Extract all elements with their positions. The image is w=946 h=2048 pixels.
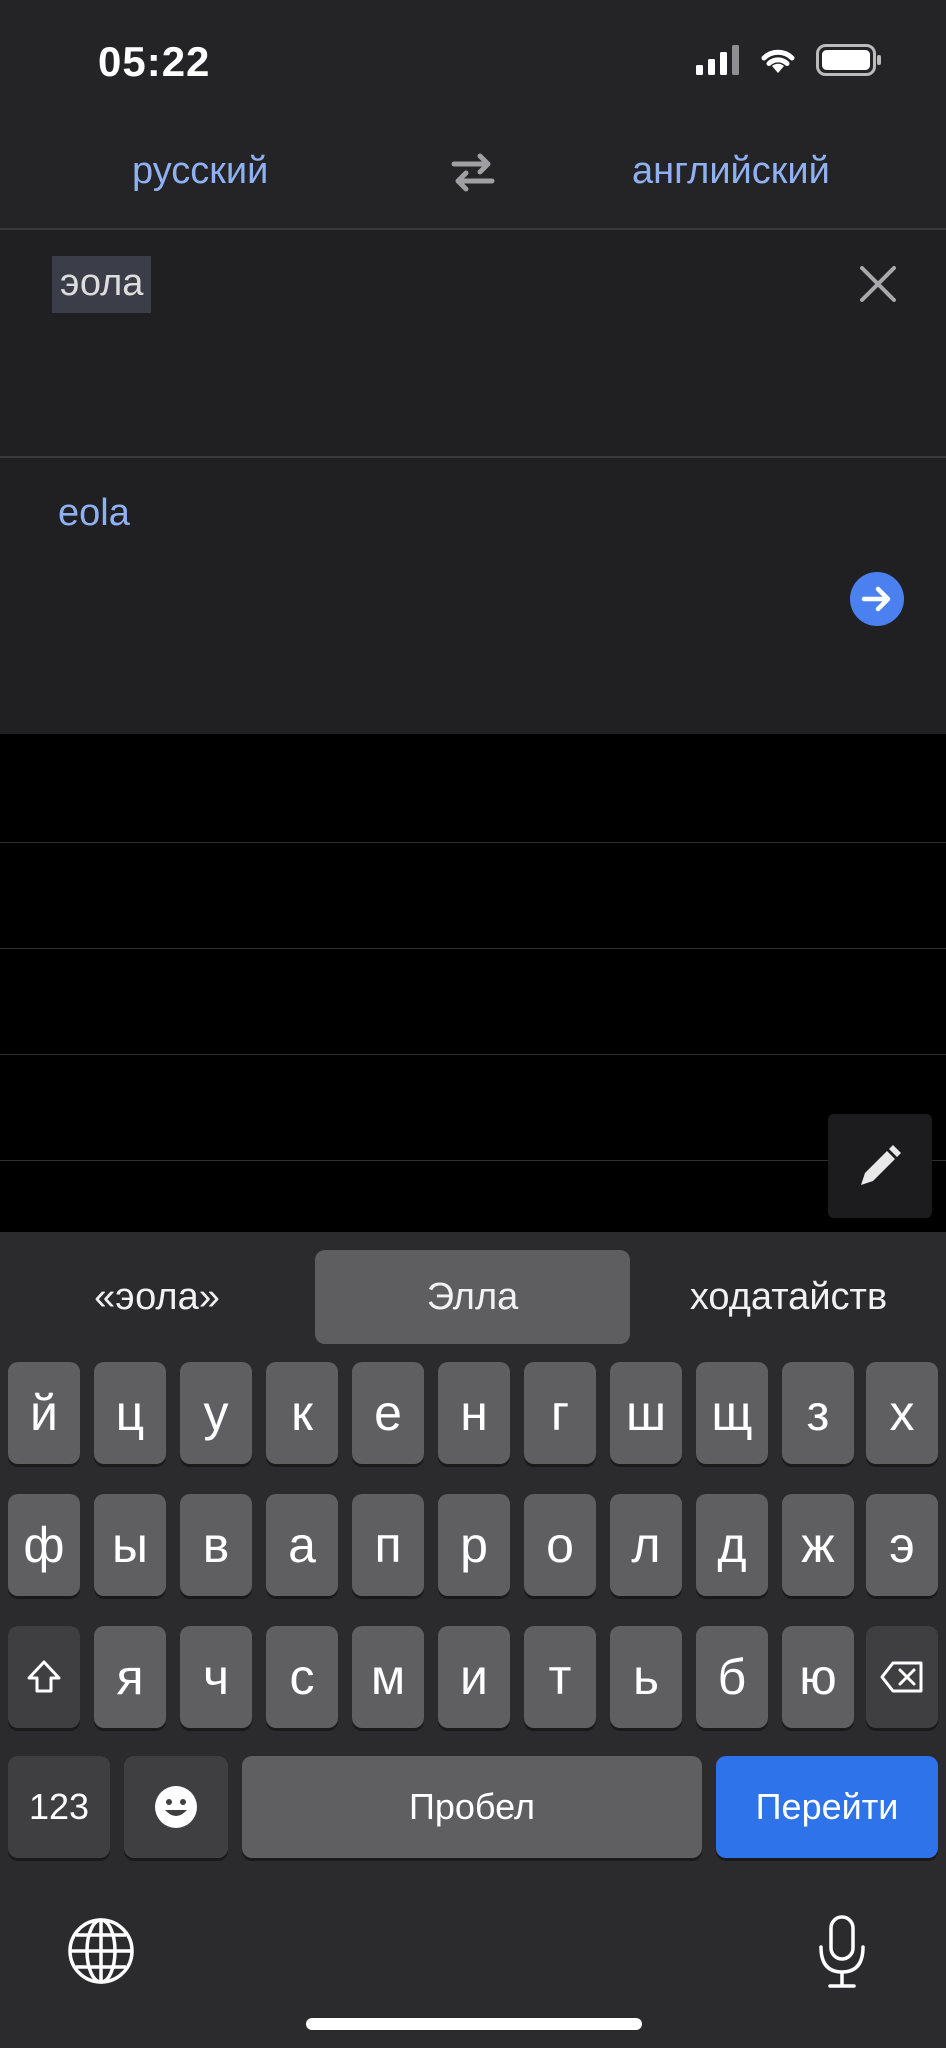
- key[interactable]: ю: [782, 1626, 854, 1728]
- key[interactable]: н: [438, 1362, 510, 1464]
- keyboard: «эола» Элла ходатайств й ц у к е н г ш щ…: [0, 1232, 946, 2048]
- key[interactable]: ь: [610, 1626, 682, 1728]
- key[interactable]: б: [696, 1626, 768, 1728]
- history-divider: [0, 948, 946, 949]
- close-icon[interactable]: [856, 262, 900, 306]
- backspace-key[interactable]: [866, 1626, 938, 1728]
- key[interactable]: с: [266, 1626, 338, 1728]
- key[interactable]: х: [866, 1362, 938, 1464]
- key[interactable]: ш: [610, 1362, 682, 1464]
- source-text-area[interactable]: эола: [0, 230, 946, 458]
- emoji-icon: [155, 1786, 197, 1828]
- translation-area: eola: [0, 458, 946, 734]
- key[interactable]: ж: [782, 1494, 854, 1596]
- translation-text: eola: [58, 492, 130, 534]
- source-text-input[interactable]: эола: [52, 256, 152, 313]
- suggestion-3[interactable]: ходатайств: [631, 1250, 946, 1344]
- numbers-key[interactable]: 123: [8, 1756, 110, 1858]
- shift-icon: [27, 1660, 61, 1693]
- handwriting-button[interactable]: [828, 1114, 932, 1218]
- key[interactable]: э: [866, 1494, 938, 1596]
- pen-icon: [861, 1145, 901, 1185]
- key[interactable]: г: [524, 1362, 596, 1464]
- key[interactable]: щ: [696, 1362, 768, 1464]
- backspace-icon: [880, 1661, 923, 1693]
- key[interactable]: ы: [94, 1494, 166, 1596]
- key[interactable]: а: [266, 1494, 338, 1596]
- wifi-icon: [761, 49, 795, 73]
- battery-icon: [816, 44, 881, 76]
- key[interactable]: й: [8, 1362, 80, 1464]
- go-key[interactable]: Перейти: [716, 1756, 938, 1858]
- key[interactable]: д: [696, 1494, 768, 1596]
- key[interactable]: з: [782, 1362, 854, 1464]
- status-bar: 05:22: [0, 0, 946, 114]
- home-indicator[interactable]: [306, 2018, 642, 2030]
- key[interactable]: к: [266, 1362, 338, 1464]
- key[interactable]: р: [438, 1494, 510, 1596]
- target-language-button[interactable]: английский: [632, 114, 830, 228]
- microphone-icon[interactable]: [814, 1914, 870, 1990]
- key[interactable]: м: [352, 1626, 424, 1728]
- language-bar: русский английский: [0, 114, 946, 230]
- suggestion-1[interactable]: «эола»: [0, 1250, 314, 1344]
- suggestion-2[interactable]: Элла: [315, 1250, 630, 1344]
- key[interactable]: в: [180, 1494, 252, 1596]
- signal-icon: [696, 45, 739, 75]
- globe-icon[interactable]: [66, 1916, 136, 1986]
- shift-key[interactable]: [8, 1626, 80, 1728]
- history-divider: [0, 1054, 946, 1055]
- arrow-right-icon[interactable]: [850, 572, 904, 626]
- key[interactable]: у: [180, 1362, 252, 1464]
- source-language-button[interactable]: русский: [132, 114, 268, 228]
- key[interactable]: и: [438, 1626, 510, 1728]
- key[interactable]: ф: [8, 1494, 80, 1596]
- key[interactable]: е: [352, 1362, 424, 1464]
- key[interactable]: т: [524, 1626, 596, 1728]
- key[interactable]: ц: [94, 1362, 166, 1464]
- emoji-key[interactable]: [124, 1756, 228, 1858]
- key[interactable]: п: [352, 1494, 424, 1596]
- swap-languages-icon[interactable]: [448, 150, 498, 194]
- history-divider: [0, 1160, 946, 1161]
- key[interactable]: л: [610, 1494, 682, 1596]
- key[interactable]: ч: [180, 1626, 252, 1728]
- history-divider: [0, 842, 946, 843]
- space-key[interactable]: Пробел: [242, 1756, 702, 1858]
- status-icons: [696, 44, 882, 76]
- key[interactable]: я: [94, 1626, 166, 1728]
- status-time: 05:22: [98, 38, 211, 85]
- key[interactable]: о: [524, 1494, 596, 1596]
